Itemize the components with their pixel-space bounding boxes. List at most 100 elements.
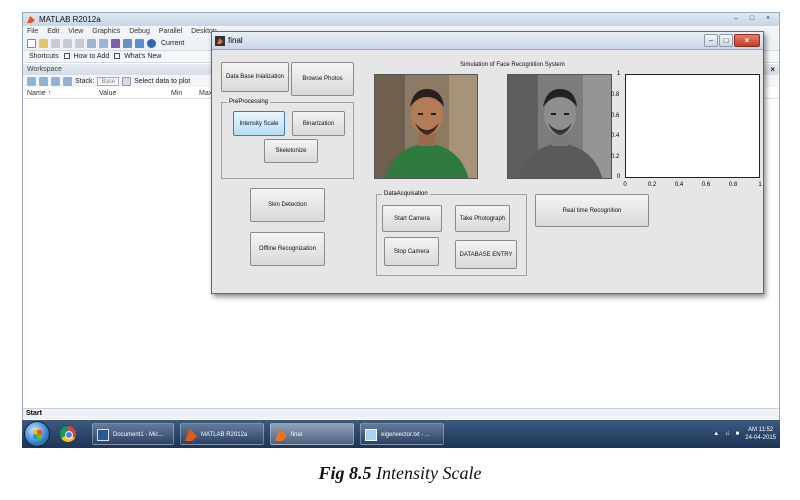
take-photograph-button[interactable]: Take Photograph: [455, 205, 510, 232]
close-icon[interactable]: ×: [761, 14, 775, 24]
taskbar-item-word[interactable]: Document1 - Mic...: [92, 423, 174, 445]
taskbar: Document1 - Mic... MATLAB R2012a final e…: [22, 420, 780, 448]
plot-select-icon[interactable]: [122, 76, 132, 86]
menu-edit[interactable]: Edit: [47, 28, 59, 35]
realtime-recognition-button[interactable]: Real time Recognition: [535, 194, 649, 227]
taskbar-item-label: eigenvector.txt - ...: [381, 432, 431, 438]
stack-label: Stack:: [75, 77, 95, 85]
menu-parallel[interactable]: Parallel: [159, 28, 182, 35]
color-face-image: [374, 74, 478, 179]
x-tick: 0.8: [728, 182, 738, 188]
figure-close-icon[interactable]: ×: [734, 34, 760, 47]
menu-debug[interactable]: Debug: [129, 28, 150, 35]
x-tick: 0.6: [701, 182, 711, 188]
matlab-logo-icon: [27, 16, 35, 23]
clock[interactable]: AM 11:52 24-04-2015: [745, 426, 776, 442]
taskbar-item-label: final: [291, 432, 303, 438]
open-folder-icon[interactable]: [39, 39, 48, 48]
taskbar-item-label: Document1 - Mic...: [113, 432, 164, 438]
system-tray: ▲ ♫ ■ AM 11:52 24-04-2015: [713, 423, 776, 445]
matlab-icon: [185, 429, 197, 441]
y-tick: 0.4: [611, 133, 620, 139]
workspace-close-icon[interactable]: ×: [770, 64, 775, 75]
whats-new-link[interactable]: What's New: [124, 53, 161, 60]
copy-icon[interactable]: [63, 39, 72, 48]
open-variable-icon[interactable]: [39, 76, 48, 86]
guide-icon[interactable]: [123, 39, 132, 48]
menu-graphics[interactable]: Graphics: [92, 28, 120, 35]
browse-photos-button[interactable]: Browse Photos: [291, 62, 354, 96]
workspace-title: Workspace: [27, 66, 62, 73]
x-tick: 1: [758, 182, 762, 188]
taskbar-item-notepad[interactable]: eigenvector.txt - ...: [360, 423, 444, 445]
shortcuts-label[interactable]: Shortcuts: [29, 53, 59, 60]
binarization-button[interactable]: Binarization: [292, 111, 345, 136]
redo-icon[interactable]: [99, 39, 108, 48]
matlab-title: MATLAB R2012a: [39, 15, 101, 24]
plot-axes: [625, 74, 760, 178]
skeletonize-button[interactable]: Skeletonize: [264, 139, 318, 163]
x-tick: 0: [623, 182, 627, 188]
tray-arrow-icon[interactable]: ▲: [713, 431, 719, 437]
shortcut-icon: [114, 53, 121, 59]
x-tick: 0.2: [647, 182, 657, 188]
paste-icon[interactable]: [75, 39, 84, 48]
undo-icon[interactable]: [87, 39, 96, 48]
database-init-button[interactable]: Data Base Inialization: [221, 62, 289, 92]
figure-caption: Fig 8.5 Intensity Scale: [0, 463, 800, 484]
y-tick: 1: [617, 71, 621, 77]
notepad-icon: [365, 429, 377, 441]
windows-start-orb-icon[interactable]: [24, 421, 50, 447]
y-tick: 0.6: [611, 113, 620, 119]
print-icon[interactable]: [63, 76, 72, 86]
new-variable-icon[interactable]: [27, 76, 36, 86]
maximize-icon[interactable]: □: [745, 14, 759, 24]
clock-date: 24-04-2015: [745, 435, 776, 441]
figure-minimize-icon[interactable]: –: [704, 34, 718, 47]
figure-title-bar: final – □ ×: [212, 32, 763, 50]
y-tick: 0: [617, 174, 621, 180]
help-icon[interactable]: [147, 39, 156, 48]
menu-file[interactable]: File: [27, 28, 38, 35]
taskbar-item-matlab[interactable]: MATLAB R2012a: [180, 423, 264, 445]
database-entry-button[interactable]: DATABASE ENTRY: [455, 240, 517, 269]
simulink-icon[interactable]: [111, 39, 120, 48]
figure-window: final – □ × Data Base Inialization Brows…: [211, 31, 764, 294]
offline-recognition-button[interactable]: Offline Recognization: [250, 232, 325, 266]
matlab-start-button[interactable]: Start: [23, 408, 779, 419]
figure-task-icon: [275, 429, 287, 441]
y-tick: 0.8: [611, 92, 620, 98]
network-icon[interactable]: ■: [736, 431, 740, 437]
start-camera-button[interactable]: Start Camera: [382, 205, 442, 232]
select-data-label[interactable]: Select data to plot: [134, 78, 190, 85]
start-label: Start: [26, 410, 42, 417]
intensity-scale-button[interactable]: Intensity Scale: [233, 111, 285, 136]
profiler-icon[interactable]: [135, 39, 144, 48]
figure-title: final: [228, 36, 243, 45]
save-workspace-icon[interactable]: [51, 76, 60, 86]
grayscale-face-svg: [508, 75, 611, 178]
new-file-icon[interactable]: [27, 39, 36, 48]
y-tick: 0.2: [611, 154, 620, 160]
volume-icon[interactable]: ♫: [725, 431, 730, 437]
chrome-icon[interactable]: [60, 426, 76, 442]
column-value[interactable]: Value: [99, 88, 116, 99]
column-min[interactable]: Min: [171, 88, 182, 99]
taskbar-item-final[interactable]: final: [270, 423, 354, 445]
preprocessing-title: PreProcessing: [227, 98, 271, 106]
menu-view[interactable]: View: [68, 28, 83, 35]
caption-label: Fig 8.5: [318, 463, 372, 483]
how-to-add-link[interactable]: How to Add: [73, 53, 109, 60]
stack-select[interactable]: Base: [97, 76, 120, 86]
minimize-icon[interactable]: –: [729, 14, 743, 24]
figure-maximize-icon[interactable]: □: [719, 34, 733, 47]
stop-camera-button[interactable]: Stop Camera: [384, 237, 439, 266]
color-face-svg: [375, 75, 477, 178]
cut-icon[interactable]: [51, 39, 60, 48]
data-acquisition-title: DataAcquisation: [382, 190, 430, 198]
figure-icon: [215, 36, 225, 46]
column-name[interactable]: Name ↑: [27, 88, 51, 99]
x-tick: 0.4: [674, 182, 684, 188]
caption-text: Intensity Scale: [376, 463, 482, 483]
skin-detection-button[interactable]: Skin Detection: [250, 188, 325, 222]
